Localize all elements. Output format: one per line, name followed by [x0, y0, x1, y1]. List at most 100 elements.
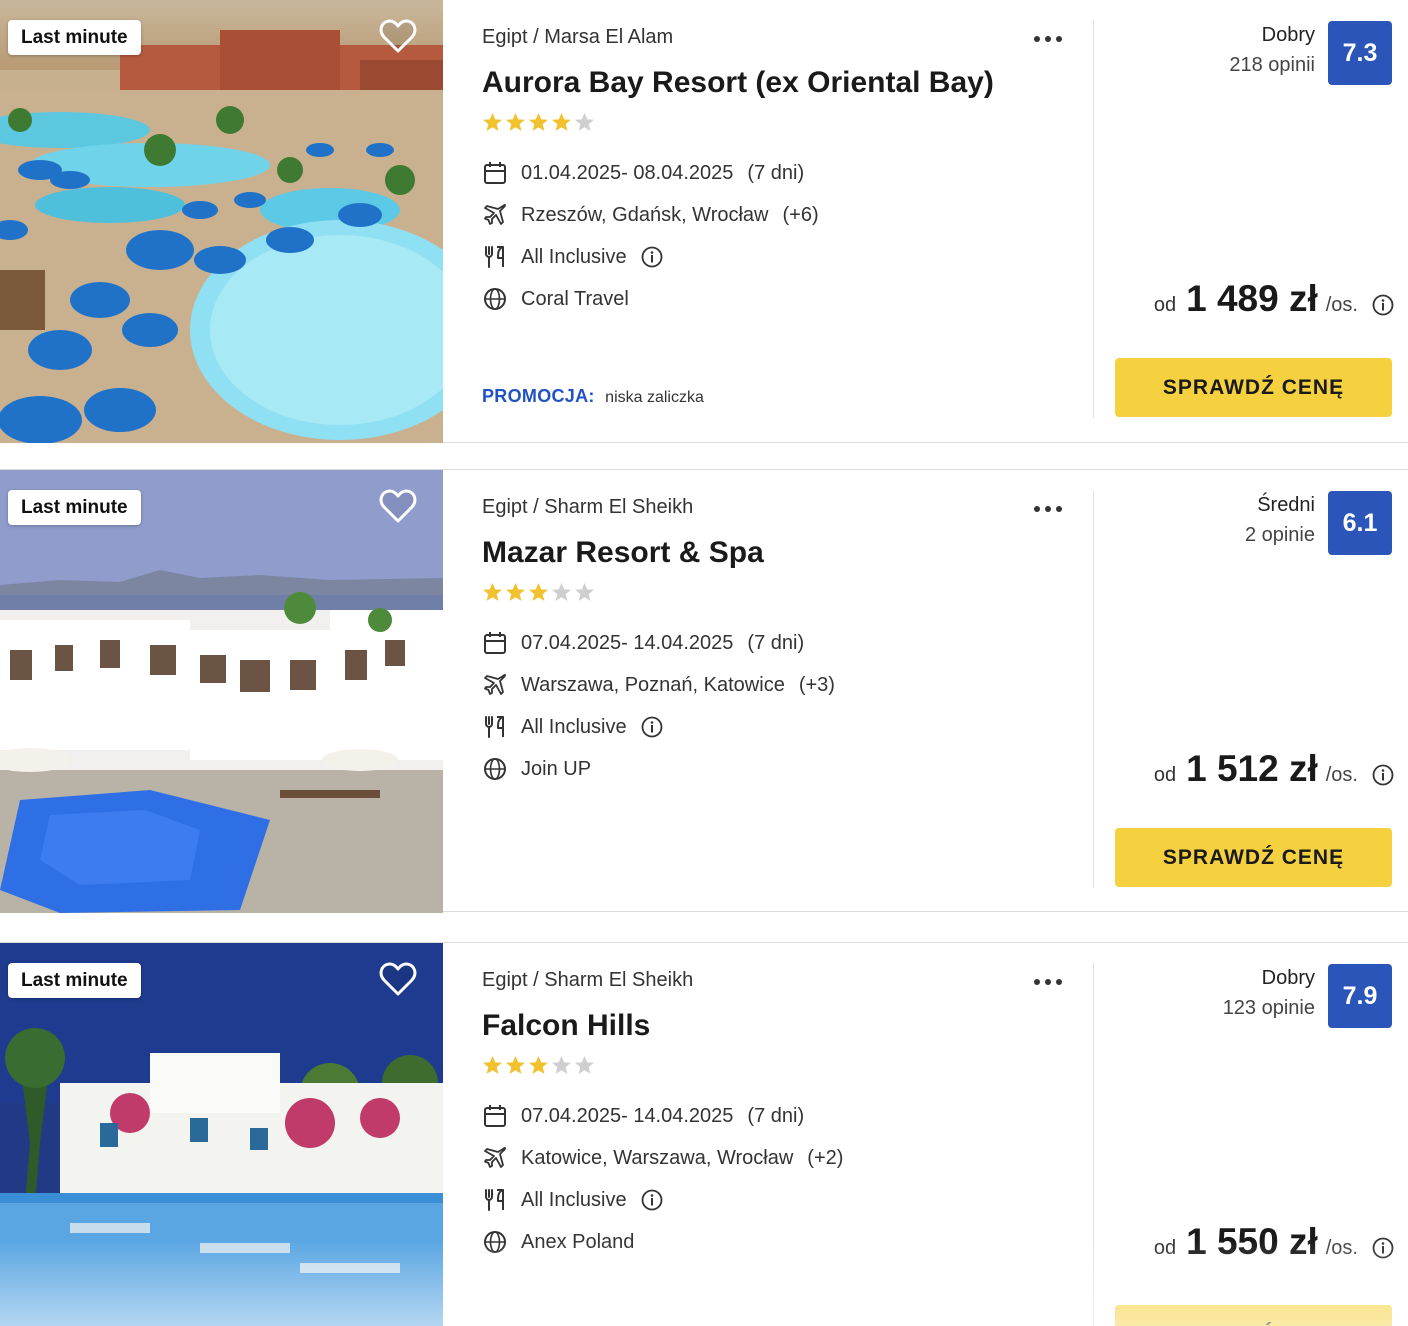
star-icon: [483, 1056, 502, 1074]
cutlery-icon: [485, 1189, 504, 1211]
calendar-icon: [484, 1105, 506, 1127]
departures-row: Katowice, Warszawa, Wrocław (+2): [482, 1137, 843, 1179]
location[interactable]: Egipt / Sharm El Sheikh: [482, 969, 693, 992]
hotel-photo[interactable]: Last minute: [0, 0, 443, 443]
score-badge: 7.3: [1328, 21, 1392, 85]
star-icon: [529, 113, 548, 131]
operator-row: Coral Travel: [482, 278, 819, 320]
dates: 07.04.2025- 14.04.2025: [521, 1104, 734, 1127]
dates: 07.04.2025- 14.04.2025: [521, 631, 734, 654]
star-icon: [575, 113, 594, 131]
score-badge: 6.1: [1328, 491, 1392, 555]
dates-row: 07.04.2025- 14.04.2025 (7 dni): [482, 622, 835, 664]
star-icon: [529, 1056, 548, 1074]
globe-icon: [484, 288, 506, 310]
duration: (7 dni): [747, 1104, 805, 1127]
offer-info: Egipt / Marsa El Alam Aurora Bay Resort …: [482, 0, 1072, 443]
more-icon[interactable]: [1032, 498, 1064, 520]
star-icon: [552, 583, 571, 601]
info-icon[interactable]: [1372, 764, 1394, 786]
star-icon: [529, 583, 548, 601]
divider: [1093, 20, 1094, 418]
price-unit: /os.: [1325, 294, 1358, 316]
hotel-name[interactable]: Falcon Hills: [482, 1009, 650, 1043]
star-rating: [482, 112, 595, 133]
departures-row: Rzeszów, Gdańsk, Wrocław (+6): [482, 194, 819, 236]
heart-icon[interactable]: [379, 488, 417, 524]
star-icon: [552, 1056, 571, 1074]
star-icon: [483, 113, 502, 131]
price-unit: /os.: [1325, 1237, 1358, 1259]
hotel-photo[interactable]: Last minute: [0, 470, 443, 913]
price: od 1 550 zł /os.: [1154, 1221, 1394, 1263]
departures-more[interactable]: (+2): [807, 1147, 843, 1170]
star-icon: [506, 113, 525, 131]
price-amount: 1 550 zł: [1186, 1221, 1318, 1262]
offer-card[interactable]: Last minute Egipt / Marsa El Alam Aurora…: [0, 0, 1408, 443]
info-icon[interactable]: [641, 1189, 663, 1211]
offer-card[interactable]: Last minute Egipt / Sharm El Sheikh Falc…: [0, 942, 1408, 1326]
heart-icon[interactable]: [379, 18, 417, 54]
divider: [1093, 963, 1094, 1326]
more-icon[interactable]: [1032, 971, 1064, 993]
heart-icon[interactable]: [379, 961, 417, 997]
rating-count[interactable]: 218 opinii: [1229, 50, 1315, 80]
divider: [1093, 490, 1094, 888]
info-icon[interactable]: [1372, 1237, 1394, 1259]
star-rating: [482, 582, 595, 603]
star-icon: [483, 583, 502, 601]
dates-row: 07.04.2025- 14.04.2025 (7 dni): [482, 1095, 843, 1137]
rating-word: Średni: [1257, 494, 1315, 516]
price-prefix: od: [1153, 1237, 1177, 1259]
rating-word: Dobry: [1261, 24, 1315, 46]
location[interactable]: Egipt / Sharm El Sheikh: [482, 496, 693, 519]
board-row: All Inclusive: [482, 236, 819, 278]
info-icon[interactable]: [1372, 294, 1394, 316]
departures-more[interactable]: (+6): [783, 204, 819, 227]
hotel-name[interactable]: Mazar Resort & Spa: [482, 536, 764, 570]
hotel-name[interactable]: Aurora Bay Resort (ex Oriental Bay): [482, 66, 994, 100]
board: All Inclusive: [521, 715, 627, 738]
check-price-button[interactable]: SPRAWDŹ CENĘ: [1115, 358, 1392, 417]
duration: (7 dni): [747, 161, 805, 184]
star-icon: [506, 583, 525, 601]
rating-summary: Średni 2 opinie: [1245, 490, 1315, 550]
cta-clip: SPRAWDŹ CENĘ: [1115, 1305, 1392, 1326]
location[interactable]: Egipt / Marsa El Alam: [482, 26, 673, 49]
rating-summary: Dobry 218 opinii: [1229, 20, 1315, 80]
departures: Warszawa, Poznań, Katowice: [521, 673, 785, 696]
check-price-button[interactable]: SPRAWDŹ CENĘ: [1115, 1305, 1392, 1326]
offer-card[interactable]: Last minute Egipt / Sharm El Sheikh Maza…: [0, 469, 1408, 913]
board-row: All Inclusive: [482, 1179, 843, 1221]
hotel-photo[interactable]: Last minute: [0, 943, 443, 1326]
globe-icon: [484, 1231, 506, 1253]
rating-word: Dobry: [1261, 967, 1315, 989]
price-prefix: od: [1153, 764, 1177, 786]
globe-icon: [484, 758, 506, 780]
rating-count[interactable]: 123 opinie: [1223, 993, 1315, 1023]
operator: Join UP: [521, 757, 592, 780]
calendar-icon: [484, 632, 506, 654]
last-minute-badge: Last minute: [8, 963, 141, 998]
rating-count[interactable]: 2 opinie: [1245, 520, 1315, 550]
price-amount: 1 512 zł: [1186, 748, 1318, 789]
info-icon[interactable]: [641, 246, 663, 268]
star-icon: [575, 1056, 594, 1074]
departures: Rzeszów, Gdańsk, Wrocław: [521, 203, 769, 226]
operator-row: Join UP: [482, 748, 835, 790]
info-icon[interactable]: [641, 716, 663, 738]
price-unit: /os.: [1325, 764, 1358, 786]
star-icon: [575, 583, 594, 601]
check-price-button[interactable]: SPRAWDŹ CENĘ: [1115, 828, 1392, 887]
last-minute-badge: Last minute: [8, 20, 141, 55]
rating-summary: Dobry 123 opinie: [1223, 963, 1315, 1023]
score-badge: 7.9: [1328, 964, 1392, 1028]
departures-row: Warszawa, Poznań, Katowice (+3): [482, 664, 835, 706]
more-icon[interactable]: [1032, 28, 1064, 50]
board: All Inclusive: [521, 245, 627, 268]
offer-info: Egipt / Sharm El Sheikh Mazar Resort & S…: [482, 470, 1072, 913]
price: od 1 512 zł /os.: [1154, 748, 1394, 790]
operator-row: Anex Poland: [482, 1221, 843, 1263]
departures-more[interactable]: (+3): [799, 674, 835, 697]
star-rating: [482, 1055, 595, 1076]
